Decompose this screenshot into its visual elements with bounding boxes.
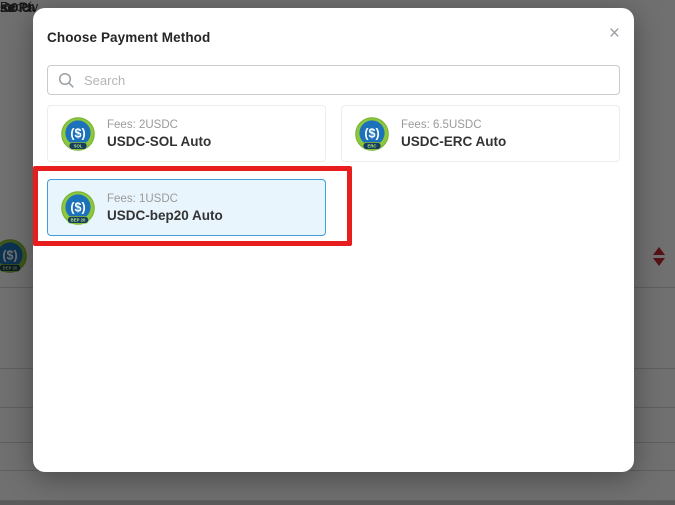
svg-text:BEP 20: BEP 20	[71, 217, 86, 222]
payment-option-text: Fees: 6.5USDC USDC-ERC Auto	[401, 118, 506, 150]
close-icon[interactable]: ×	[609, 24, 620, 43]
payment-option-fees: Fees: 2USDC	[107, 118, 178, 131]
choose-payment-method-dialog: Choose Payment Method × ($) SOL Fee	[33, 8, 634, 472]
payment-option-text: Fees: 2USDC USDC-SOL Auto	[107, 118, 211, 150]
screen: se Pa ($) BEP 20 .00 U Receiv ss	[0, 0, 675, 505]
payment-option-name: USDC-bep20 Auto	[107, 207, 223, 223]
svg-text:($): ($)	[70, 126, 85, 140]
svg-text:($): ($)	[364, 126, 379, 140]
usdc-erc-coin-icon: ($) ERC	[355, 116, 389, 151]
svg-text:($): ($)	[70, 200, 85, 214]
payment-option-name: USDC-ERC Auto	[401, 133, 507, 149]
payment-method-list: ($) SOL Fees: 2USDC USDC-SOL Auto ($) ER…	[47, 105, 620, 236]
dialog-header: Choose Payment Method ×	[47, 22, 620, 47]
usdc-bep20-coin-icon: ($) BEP 20	[61, 190, 95, 225]
svg-text:ERC: ERC	[367, 143, 376, 148]
payment-option-text: Fees: 1USDC USDC-bep20 Auto	[107, 192, 223, 224]
search-box[interactable]	[47, 65, 620, 95]
payment-option-usdc-erc[interactable]: ($) ERC Fees: 6.5USDC USDC-ERC Auto	[341, 105, 620, 162]
payment-option-fees: Fees: 1USDC	[107, 192, 178, 205]
payment-option-usdc-bep20[interactable]: ($) BEP 20 Fees: 1USDC USDC-bep20 Auto	[47, 179, 326, 236]
search-icon	[58, 72, 74, 88]
payment-option-usdc-sol[interactable]: ($) SOL Fees: 2USDC USDC-SOL Auto	[47, 105, 326, 162]
svg-text:SOL: SOL	[74, 143, 83, 148]
payment-option-fees: Fees: 6.5USDC	[401, 118, 482, 131]
dialog-title: Choose Payment Method	[47, 30, 211, 45]
search-input[interactable]	[84, 72, 611, 88]
payment-option-name: USDC-SOL Auto	[107, 133, 212, 149]
usdc-sol-coin-icon: ($) SOL	[61, 116, 95, 151]
